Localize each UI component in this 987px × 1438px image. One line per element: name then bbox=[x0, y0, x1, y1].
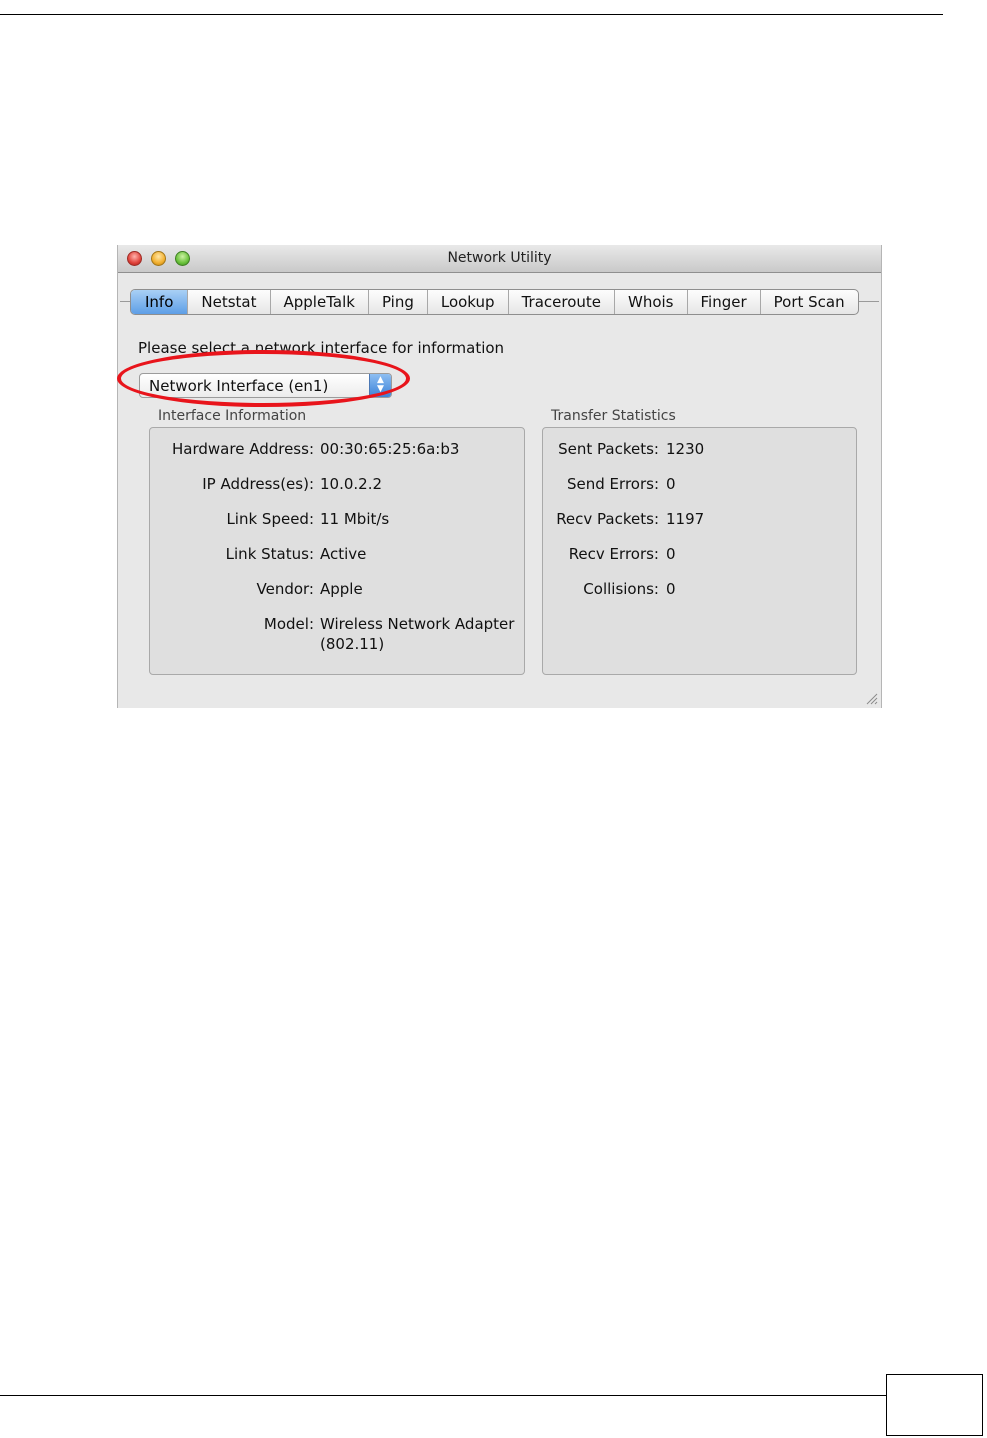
footer-rule bbox=[0, 1395, 886, 1396]
info-key: Vendor: bbox=[256, 580, 315, 598]
tab-appletalk[interactable]: AppleTalk bbox=[271, 290, 369, 314]
tab-finger[interactable]: Finger bbox=[688, 290, 761, 314]
interface-info-label: Interface Information bbox=[158, 408, 307, 424]
window-title: Network Utility bbox=[447, 250, 552, 266]
info-key: Link Status: bbox=[225, 545, 314, 563]
info-value: Wireless Network Adapter bbox=[320, 615, 515, 633]
title-bar[interactable]: Network Utility bbox=[118, 245, 881, 273]
tab-whois[interactable]: Whois bbox=[615, 290, 688, 314]
stats-key: Recv Packets: bbox=[556, 510, 659, 528]
stats-key: Sent Packets: bbox=[558, 440, 659, 458]
transfer-stats-label: Transfer Statistics bbox=[551, 408, 676, 424]
page-number-box bbox=[886, 1374, 983, 1436]
transfer-stats-group: Sent Packets: 1230 Send Errors: 0 Recv P… bbox=[542, 427, 857, 675]
tab-lookup[interactable]: Lookup bbox=[428, 290, 509, 314]
header-rule bbox=[0, 14, 943, 15]
tab-port-scan[interactable]: Port Scan bbox=[761, 290, 858, 314]
stats-value: 0 bbox=[666, 580, 676, 598]
network-utility-window: Network Utility Info Netstat AppleTalk P… bbox=[117, 245, 882, 708]
info-value: Active bbox=[320, 545, 367, 563]
stats-value: 1197 bbox=[666, 510, 705, 528]
stats-key: Collisions: bbox=[583, 580, 659, 598]
resize-grip-icon[interactable] bbox=[866, 693, 878, 705]
interface-info-group: Hardware Address: 00:30:65:25:6a:b3 IP A… bbox=[149, 427, 525, 675]
info-value: 00:30:65:25:6a:b3 bbox=[320, 440, 460, 458]
stats-key: Send Errors: bbox=[567, 475, 659, 493]
stats-value: 0 bbox=[666, 545, 676, 563]
stats-value: 0 bbox=[666, 475, 676, 493]
tab-ping[interactable]: Ping bbox=[369, 290, 428, 314]
info-value: Apple bbox=[320, 580, 363, 598]
tab-info[interactable]: Info bbox=[131, 290, 189, 314]
info-value: 10.0.2.2 bbox=[320, 475, 383, 493]
annotation-highlight-ellipse bbox=[117, 350, 410, 407]
info-key: Hardware Address: bbox=[172, 440, 314, 458]
info-value: 11 Mbit/s bbox=[320, 510, 390, 528]
info-key: IP Address(es): bbox=[202, 475, 314, 493]
info-value-continued: (802.11) bbox=[320, 635, 385, 653]
tab-bar: Info Netstat AppleTalk Ping Lookup Trace… bbox=[130, 289, 859, 315]
stats-value: 1230 bbox=[666, 440, 705, 458]
info-key: Link Speed: bbox=[226, 510, 314, 528]
stats-key: Recv Errors: bbox=[568, 545, 659, 563]
info-key: Model: bbox=[263, 615, 314, 633]
tab-traceroute[interactable]: Traceroute bbox=[509, 290, 615, 314]
tab-netstat[interactable]: Netstat bbox=[188, 290, 271, 314]
